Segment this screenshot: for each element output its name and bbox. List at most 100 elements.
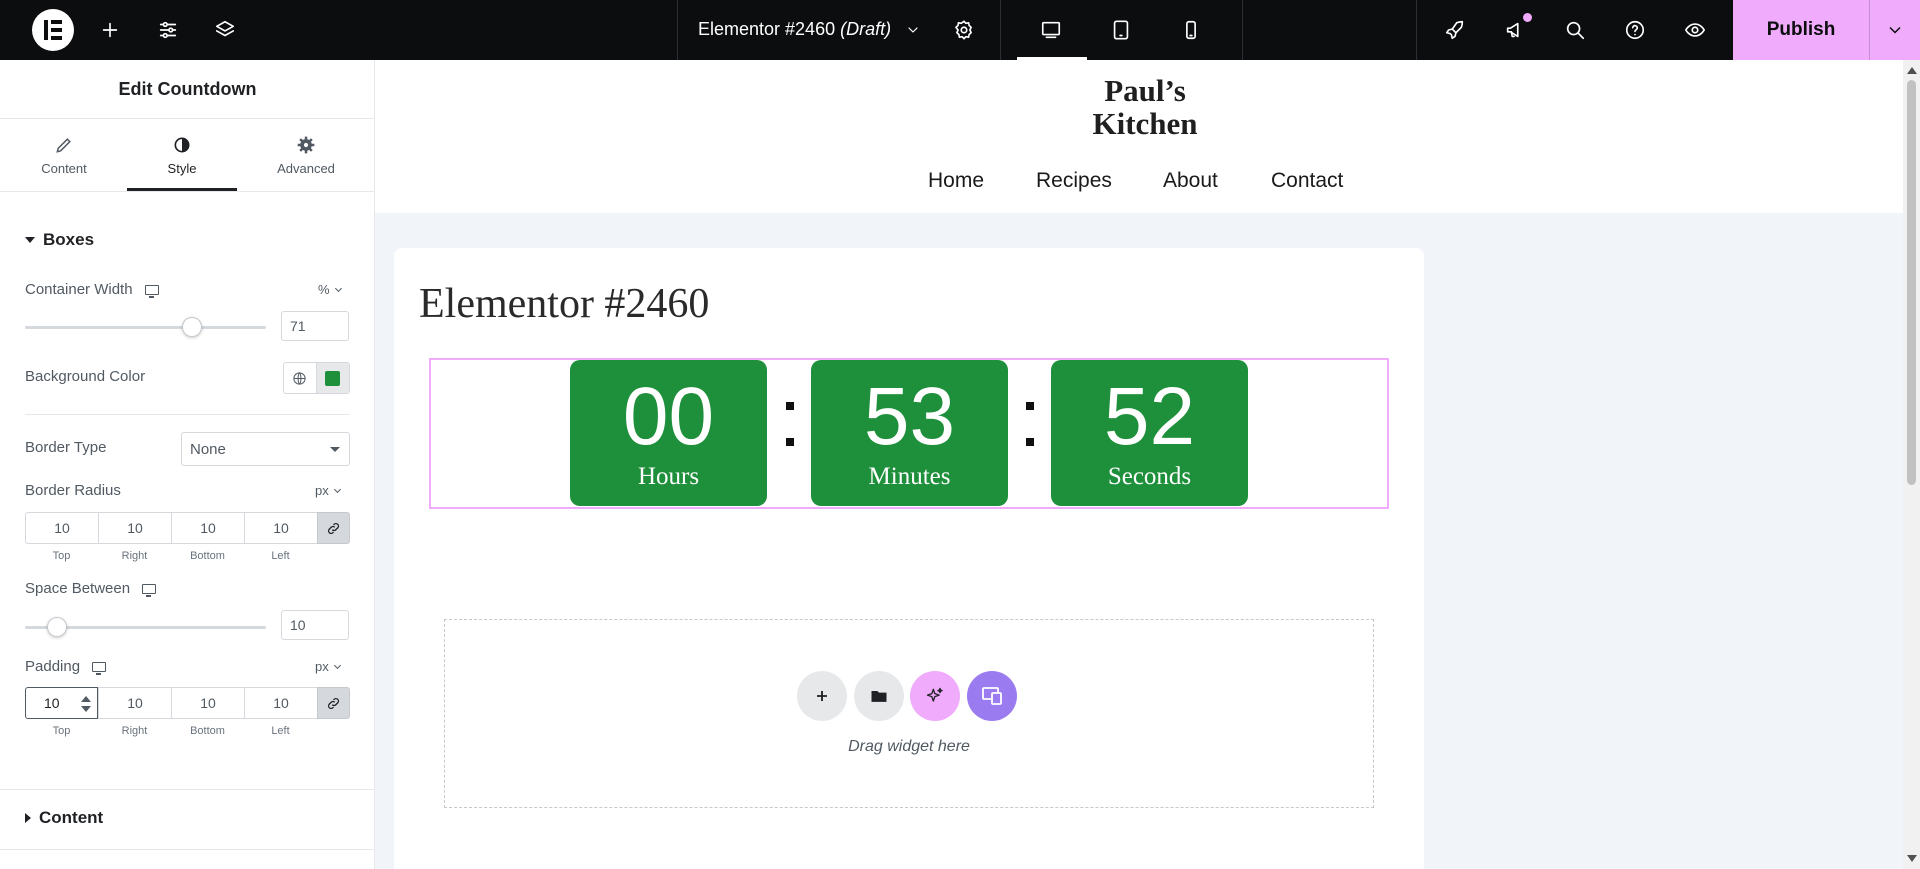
border-radius-top-input[interactable]: 10 (25, 512, 98, 544)
border-radius-left-input[interactable]: 10 (244, 512, 317, 544)
search-icon[interactable] (1557, 12, 1593, 48)
document-title[interactable]: Elementor #2460 (Draft) (698, 19, 891, 40)
dim-label: Left (271, 550, 290, 562)
padding-label: Padding (25, 658, 107, 675)
elementor-logo-icon[interactable] (32, 9, 74, 51)
space-between-slider[interactable] (25, 617, 266, 637)
divider (0, 849, 375, 850)
border-radius-label: Border Radius (25, 482, 121, 499)
tab-style[interactable]: Style (137, 120, 227, 190)
unit-selector[interactable]: px (315, 659, 341, 674)
add-section-button[interactable] (797, 671, 847, 721)
color-picker-button[interactable] (316, 363, 349, 393)
padding-bottom-input[interactable]: 10 (171, 687, 244, 719)
preview-eye-icon[interactable] (1677, 12, 1713, 48)
nav-contact[interactable]: Contact (1271, 169, 1343, 193)
desktop-icon[interactable] (1033, 12, 1069, 48)
preview-scrollbar[interactable] (1903, 60, 1920, 869)
sparkle-icon (926, 687, 943, 702)
mobile-icon[interactable] (1173, 12, 1209, 48)
site-logo[interactable]: Paul’s Kitchen (1075, 74, 1215, 140)
add-element-icon[interactable] (92, 12, 128, 48)
section-title: Content (39, 808, 104, 827)
control-label: Padding (25, 658, 81, 675)
site-settings-icon[interactable] (150, 12, 186, 48)
desktop-icon[interactable] (142, 583, 157, 597)
number-spinner-icon[interactable] (81, 695, 91, 713)
scroll-down-icon[interactable] (1907, 855, 1917, 862)
dim-label: Top (52, 550, 71, 562)
nav-recipes[interactable]: Recipes (1036, 169, 1112, 193)
countdown-seconds-box: 52 Seconds (1051, 360, 1248, 506)
divider (1416, 0, 1417, 60)
widget-drop-zone[interactable] (444, 619, 1374, 808)
structure-layers-icon[interactable] (207, 12, 243, 48)
publish-button[interactable]: Publish (1733, 0, 1870, 60)
section-content-toggle[interactable]: Content (25, 808, 103, 828)
slider-handle[interactable] (47, 617, 68, 637)
page-settings-gear-icon[interactable] (946, 12, 982, 48)
select-value: None (190, 440, 226, 458)
section-boxes-toggle[interactable]: Boxes (25, 230, 94, 250)
container-width-slider[interactable] (25, 317, 266, 337)
border-type-select[interactable]: None (181, 432, 350, 466)
unit-label: px (315, 659, 329, 674)
tab-label: Advanced (277, 160, 335, 176)
color-swatch (325, 370, 341, 386)
container-width-label: Container Width (25, 281, 159, 298)
rocket-icon[interactable] (1437, 12, 1473, 48)
dropdown-arrow-icon (330, 447, 340, 452)
dim-label: Right (121, 725, 148, 737)
padding-top-input[interactable]: 10 (25, 687, 98, 719)
desktop-icon[interactable] (92, 661, 107, 675)
countdown-label: Minutes (868, 463, 951, 490)
global-colors-icon[interactable] (284, 363, 317, 393)
scroll-up-icon[interactable] (1907, 67, 1917, 74)
link-icon (328, 522, 339, 534)
space-between-input[interactable]: 10 (281, 610, 349, 640)
drop-zone-text: Drag widget here (848, 738, 970, 755)
gear-icon (297, 136, 315, 153)
chevron-down-icon (334, 284, 342, 292)
responsive-kit-button[interactable] (967, 671, 1017, 721)
tablet-icon[interactable] (1103, 12, 1139, 48)
link-values-button[interactable] (317, 687, 350, 719)
tab-advanced[interactable]: Advanced (260, 120, 352, 190)
border-radius-bottom-input[interactable]: 10 (171, 512, 244, 544)
dim-label: Bottom (190, 550, 225, 562)
desktop-icon[interactable] (144, 284, 159, 298)
unit-selector[interactable]: % (318, 282, 342, 297)
countdown-value: 53 (863, 371, 956, 462)
help-icon[interactable] (1617, 12, 1653, 48)
input-value: 10 (44, 695, 60, 711)
notification-dot (1523, 13, 1532, 22)
site-header: Paul’s Kitchen Home Recipes About Contac… (375, 60, 1903, 213)
nav-home[interactable]: Home (928, 169, 984, 193)
unit-selector[interactable]: px (315, 483, 341, 498)
publish-options-button[interactable] (1870, 0, 1920, 60)
devices-icon (982, 687, 1002, 705)
scroll-thumb[interactable] (1907, 80, 1916, 485)
tab-label: Style (167, 160, 197, 176)
countdown-hours-box: 00 Hours (570, 360, 767, 506)
tab-content[interactable]: Content (23, 120, 105, 190)
pencil-icon (56, 137, 71, 153)
link-values-button[interactable] (317, 512, 350, 544)
countdown-value: 52 (1103, 371, 1196, 462)
slider-handle[interactable] (181, 317, 202, 337)
top-bar: Elementor #2460 (Draft) Publish (0, 0, 1920, 60)
section-title: Boxes (43, 230, 95, 249)
border-radius-right-input[interactable]: 10 (98, 512, 171, 544)
ai-generate-button[interactable] (910, 671, 960, 721)
divider (1242, 0, 1243, 60)
divider (677, 0, 678, 60)
container-width-input[interactable]: 71 (281, 311, 349, 341)
padding-right-input[interactable]: 10 (98, 687, 171, 719)
padding-left-input[interactable]: 10 (244, 687, 317, 719)
folder-icon (871, 691, 887, 702)
nav-about[interactable]: About (1163, 169, 1218, 193)
chevron-down-icon[interactable] (895, 12, 931, 48)
dim-label: Top (52, 725, 71, 737)
half-circle-icon (174, 137, 190, 152)
add-template-button[interactable] (854, 671, 904, 721)
